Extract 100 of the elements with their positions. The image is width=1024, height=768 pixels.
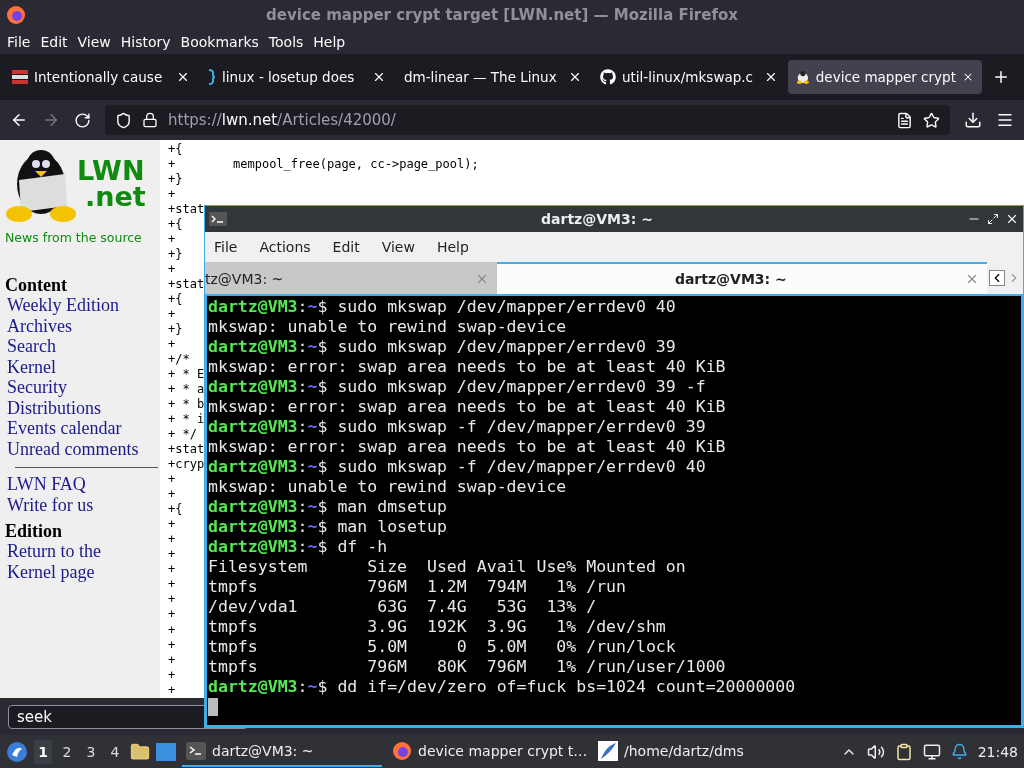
taskbar-button[interactable]: device mapper crypt t… (388, 736, 588, 767)
close-icon[interactable] (176, 70, 190, 84)
code-line: +cryp (168, 457, 205, 473)
code-line: + (168, 472, 176, 488)
terminal-line: mkswap: error: swap area needs to be at least 40 KiB (208, 437, 727, 457)
menu-item[interactable]: View (376, 237, 420, 257)
terminal-line: mkswap: error: swap area needs to be at least 40 KiB (208, 397, 727, 417)
terminal-tab[interactable]: tz@VM3: ~ (205, 262, 497, 294)
terminal-line: mkswap: unable to rewind swap-device (208, 477, 568, 497)
logo-text: LWN (77, 158, 146, 184)
terminal-line: /dev/vda1 63G 7.4G 53G 13% / (208, 597, 598, 617)
code-line: +{ (168, 502, 183, 518)
sidebar-link[interactable]: LWN FAQ (5, 474, 160, 495)
quill-icon (598, 740, 618, 761)
menu-icon[interactable] (996, 111, 1014, 129)
code-line: + (168, 532, 176, 548)
code-line: + (168, 562, 176, 578)
scroll-left-icon[interactable] (989, 270, 1005, 286)
sidebar-link[interactable]: Write for us (5, 494, 160, 515)
menu-item[interactable]: Edit (327, 237, 365, 257)
menu-item[interactable]: Help (308, 32, 351, 52)
new-tab-icon[interactable] (992, 68, 1010, 86)
terminal-line: dartz@VM3:~$ dd if=/dev/zero of=fuck bs=1024 count=20000000 (208, 677, 797, 697)
close-icon[interactable] (568, 70, 582, 84)
star-icon[interactable] (923, 111, 940, 129)
section-heading: Content (5, 275, 68, 295)
sidebar-link[interactable]: Weekly Edition (5, 295, 160, 316)
code-line: + (168, 652, 176, 668)
forward-icon[interactable] (42, 111, 60, 129)
workspace-button[interactable]: 2 (58, 739, 76, 764)
window-title: dartz@VM3: ~ (540, 211, 654, 227)
menu-item[interactable]: View (72, 32, 116, 52)
volume-icon[interactable] (866, 742, 885, 761)
code-line: + (168, 307, 176, 323)
code-line: +stat (168, 202, 205, 218)
logo-text: .net (84, 184, 146, 210)
sidebar-link[interactable]: Distributions (5, 397, 160, 418)
clock: 21:48 (977, 743, 1018, 760)
taskbar-button[interactable]: dartz@VM3: ~ (182, 736, 382, 767)
workspace-button[interactable]: 1 (34, 739, 52, 764)
code-line: + mempool_free(page, cc->page_pool); (168, 157, 479, 173)
menu-item[interactable]: Help (431, 237, 474, 257)
folder-icon[interactable] (130, 741, 150, 762)
browser-tab[interactable]: dm-linear — The Linux (396, 60, 590, 94)
code-line: +{ (168, 217, 183, 233)
terminal-line: dartz@VM3:~$ sudo mkswap -f /dev/mapper/errdev0 39 (208, 417, 707, 437)
code-line: + (168, 337, 176, 353)
terminal-line: Filesystem Size Used Avail Use% Mounted on (208, 557, 687, 577)
clipboard-icon[interactable] (894, 742, 913, 761)
browser-tab[interactable]: util-linux/mkswap.c (592, 60, 786, 94)
browser-tab[interactable]: linux - losetup does (200, 60, 394, 94)
sidebar-link[interactable]: Security (5, 377, 160, 398)
browser-logo-icon (392, 740, 412, 761)
code-line: +stat (168, 442, 205, 458)
code-line: +} (168, 322, 183, 338)
sidebar-link[interactable]: Return to the Kernel page (5, 541, 122, 582)
menu-item[interactable]: Actions (254, 237, 316, 257)
code-line: + (168, 667, 176, 683)
lock-icon (142, 112, 158, 128)
address-field[interactable]: https://lwn.net/Articles/42000/ (105, 105, 950, 135)
menu-item[interactable]: History (115, 32, 176, 52)
terminal-tab[interactable]: dartz@VM3: ~ (496, 262, 987, 294)
taskbar-button[interactable]: /home/dartz/dms (594, 736, 794, 767)
workspace-button[interactable]: 3 (82, 739, 100, 764)
shield-icon (115, 111, 132, 129)
maximize-icon[interactable] (987, 213, 999, 225)
notification-icon[interactable] (950, 743, 968, 760)
menu-item[interactable]: File (2, 32, 36, 52)
browser-tab[interactable]: Intentionally cause (4, 60, 198, 94)
workspace-button[interactable]: 4 (106, 739, 124, 764)
sidebar-link[interactable]: Search (5, 336, 160, 357)
menu-item[interactable]: Bookmarks (175, 32, 264, 52)
show-desktop-icon[interactable] (156, 742, 176, 761)
reload-icon[interactable] (74, 111, 91, 129)
sidebar-link[interactable]: Unread comments (5, 438, 160, 459)
code-line: + (168, 622, 176, 638)
sidebar-link[interactable]: Events calendar (5, 418, 160, 439)
back-icon[interactable] (10, 111, 28, 129)
terminal-line: mkswap: error: swap area needs to be at least 40 KiB (208, 357, 727, 377)
reader-view-icon[interactable] (896, 111, 913, 129)
close-icon[interactable] (372, 70, 386, 84)
close-icon[interactable] (1005, 212, 1019, 226)
sidebar-link[interactable]: Archives (5, 315, 160, 336)
code-line: + (168, 232, 176, 248)
terminal-line: dartz@VM3:~$ sudo mkswap /dev/mapper/errdev0 40 (208, 297, 677, 317)
menu-item[interactable]: Tools (263, 32, 309, 52)
terminal-line: tmpfs 5.0M 0 5.0M 0% /run/lock (208, 637, 677, 657)
code-line: + * E (168, 367, 205, 383)
cat-silhouette-icon (600, 69, 616, 85)
code-line: + (168, 607, 176, 623)
close-icon[interactable] (764, 70, 778, 84)
network-icon[interactable] (922, 742, 941, 761)
menu-item[interactable]: Edit (35, 32, 73, 52)
terminal-line: tmpfs 796M 80K 796M 1% /run/user/1000 (208, 657, 727, 677)
download-icon[interactable] (964, 111, 982, 129)
browser-tab[interactable]: device mapper crypt (788, 60, 982, 94)
sidebar-link[interactable]: Kernel (5, 356, 160, 377)
terminal-line: dartz@VM3:~$ df -h (208, 537, 389, 557)
start-menu-icon[interactable] (6, 740, 28, 763)
menu-item[interactable]: File (209, 237, 243, 257)
